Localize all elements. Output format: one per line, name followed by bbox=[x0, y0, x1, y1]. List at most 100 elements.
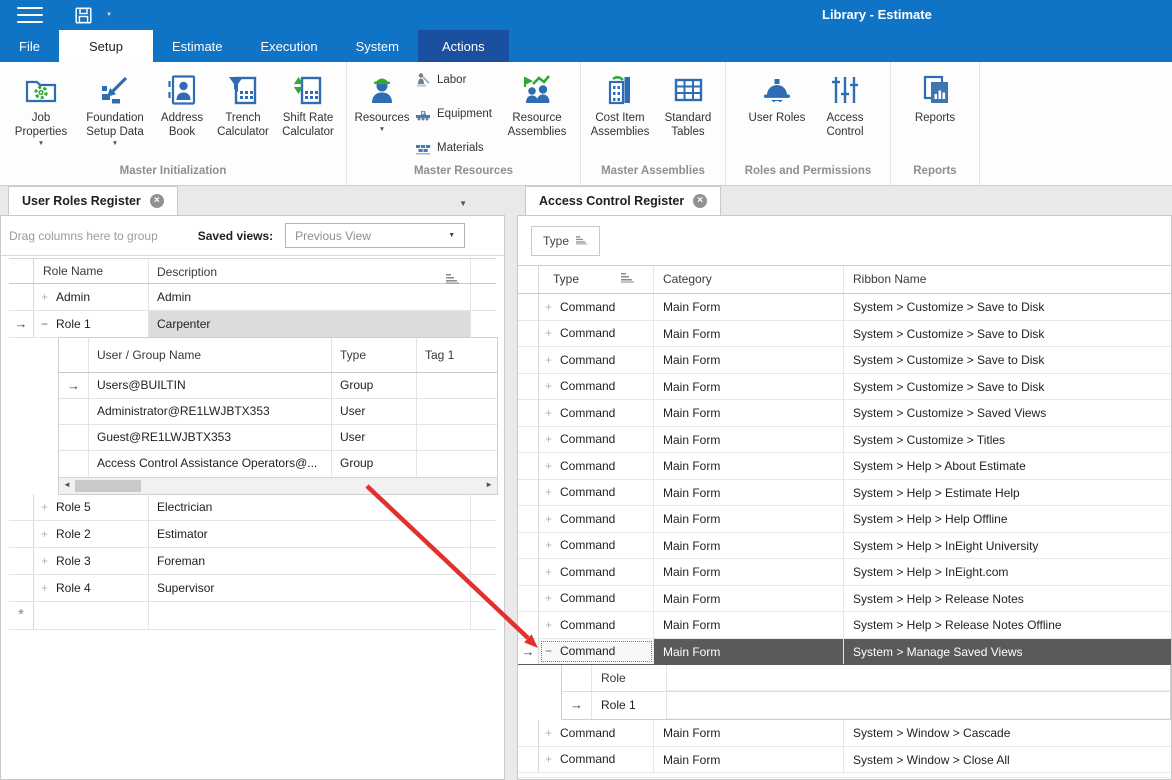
tab-execution[interactable]: Execution bbox=[242, 30, 337, 62]
group-by-bar[interactable]: Type bbox=[518, 216, 1171, 266]
table-row-selected[interactable]: → −Role 1 Carpenter bbox=[9, 311, 496, 338]
labor-button[interactable]: Labor bbox=[415, 72, 492, 88]
table-row[interactable]: +CommandMain FormSystem > Customize > Sa… bbox=[518, 294, 1171, 321]
table-row[interactable]: +CommandMain FormSystem > Window > Casca… bbox=[518, 720, 1171, 747]
table-row[interactable]: +CommandMain FormSystem > Help > InEight… bbox=[518, 559, 1171, 586]
tab-estimate[interactable]: Estimate bbox=[153, 30, 242, 62]
expand-icon[interactable]: + bbox=[41, 494, 56, 520]
reports-button[interactable]: Reports bbox=[903, 64, 967, 126]
tab-system[interactable]: System bbox=[337, 30, 418, 62]
table-row[interactable]: +Role 4 Supervisor bbox=[9, 575, 496, 602]
close-tab-icon[interactable]: × bbox=[150, 194, 164, 208]
expand-icon[interactable]: + bbox=[545, 746, 560, 772]
column-header-ribbon-name[interactable]: Ribbon Name bbox=[844, 266, 1171, 293]
table-row[interactable]: +CommandMain FormSystem > Help > Estimat… bbox=[518, 480, 1171, 507]
table-row[interactable]: +CommandMain FormSystem > Help > Help Of… bbox=[518, 506, 1171, 533]
table-row[interactable]: → Users@BUILTIN Group bbox=[59, 373, 497, 399]
expand-icon[interactable]: + bbox=[41, 521, 56, 547]
expand-icon[interactable]: + bbox=[41, 575, 56, 601]
collapse-icon[interactable]: − bbox=[41, 311, 56, 337]
expand-icon[interactable]: + bbox=[545, 479, 560, 505]
table-row[interactable]: +CommandMain FormSystem > Window > Close… bbox=[518, 747, 1171, 774]
resources-button[interactable]: Resources ▼ bbox=[351, 64, 413, 133]
table-row[interactable]: Guest@RE1LWJBTX353 User bbox=[59, 425, 497, 451]
table-row[interactable]: +CommandMain FormSystem > Customize > Ti… bbox=[518, 427, 1171, 454]
table-row[interactable]: +CommandMain FormSystem > Help > About E… bbox=[518, 453, 1171, 480]
tab-actions[interactable]: Actions bbox=[418, 30, 509, 62]
table-row[interactable]: +CommandMain FormSystem > Customize > Sa… bbox=[518, 400, 1171, 427]
table-row[interactable]: +Role 2 Estimator bbox=[9, 521, 496, 548]
access-control-button[interactable]: Access Control bbox=[814, 64, 876, 140]
collapse-icon[interactable]: − bbox=[545, 638, 560, 664]
expand-icon[interactable]: + bbox=[41, 548, 56, 574]
cost-item-assemblies-button[interactable]: Cost Item Assemblies bbox=[585, 64, 655, 140]
scroll-right-icon[interactable]: ► bbox=[485, 480, 493, 489]
expand-icon[interactable]: + bbox=[545, 373, 560, 399]
user-roles-button[interactable]: User Roles bbox=[740, 64, 814, 126]
save-dropdown-caret-icon[interactable]: ▼ bbox=[106, 12, 112, 18]
group-chip-type[interactable]: Type bbox=[531, 226, 600, 256]
tab-setup[interactable]: Setup bbox=[59, 30, 153, 62]
expand-icon[interactable]: + bbox=[545, 347, 560, 373]
table-row[interactable]: +CommandMain FormSystem > Help > InEight… bbox=[518, 533, 1171, 560]
tab-list-caret-icon[interactable]: ▼ bbox=[459, 199, 467, 208]
close-tab-icon[interactable]: × bbox=[693, 194, 707, 208]
expand-icon[interactable]: + bbox=[545, 612, 560, 638]
scrollbar-thumb[interactable] bbox=[75, 480, 141, 492]
horizontal-scrollbar[interactable]: ◄ ► bbox=[59, 477, 497, 494]
expand-icon[interactable]: + bbox=[545, 585, 560, 611]
new-row-entry[interactable]: * bbox=[9, 602, 496, 630]
expand-icon[interactable]: + bbox=[545, 506, 560, 532]
scroll-left-icon[interactable]: ◄ bbox=[63, 480, 71, 489]
save-button[interactable] bbox=[75, 7, 92, 24]
table-row[interactable]: +CommandMain FormSystem > Customize > Sa… bbox=[518, 347, 1171, 374]
foundation-setup-data-button[interactable]: Foundation Setup Data ▼ bbox=[78, 64, 152, 147]
expand-icon[interactable]: + bbox=[545, 426, 560, 452]
table-row[interactable]: Administrator@RE1LWJBTX353 User bbox=[59, 399, 497, 425]
table-row[interactable]: +CommandMain FormSystem > Customize > Sa… bbox=[518, 321, 1171, 348]
column-header-description[interactable]: Description bbox=[149, 259, 471, 283]
role-members-subgrid: User / Group Name Type Tag 1 → Users@BUI… bbox=[58, 337, 498, 495]
expand-icon[interactable]: + bbox=[545, 294, 560, 320]
column-header-role[interactable]: Role bbox=[592, 665, 667, 691]
expand-icon[interactable]: + bbox=[545, 453, 560, 479]
job-properties-button[interactable]: Job Properties ▼ bbox=[4, 64, 78, 147]
hamburger-menu-icon[interactable] bbox=[17, 7, 43, 23]
equipment-button[interactable]: Equipment bbox=[415, 106, 492, 122]
table-row-highlighted[interactable]: → −Command Main Form System > Manage Sav… bbox=[518, 639, 1171, 666]
expand-icon[interactable]: + bbox=[41, 284, 56, 310]
standard-tables-button[interactable]: Standard Tables bbox=[655, 64, 721, 140]
user-roles-grid: Role Name Description +Admin Admin → −Ro… bbox=[9, 258, 496, 630]
right-tab-strip: Access Control Register × bbox=[517, 186, 1172, 215]
column-header-category[interactable]: Category bbox=[654, 266, 844, 293]
table-row[interactable]: Access Control Assistance Operators@... … bbox=[59, 451, 497, 477]
table-row[interactable]: +CommandMain FormSystem > Help > Release… bbox=[518, 586, 1171, 613]
resource-assemblies-button[interactable]: Resource Assemblies bbox=[498, 64, 576, 140]
trench-calculator-button[interactable]: Trench Calculator bbox=[212, 64, 274, 140]
table-row[interactable]: +CommandMain FormSystem > Customize > Sa… bbox=[518, 374, 1171, 401]
saved-views-dropdown[interactable]: Previous View ▼ bbox=[285, 223, 465, 248]
tab-file[interactable]: File bbox=[0, 30, 59, 62]
tab-access-control-register[interactable]: Access Control Register × bbox=[525, 186, 721, 215]
column-header-type[interactable]: Type bbox=[539, 266, 654, 293]
expand-icon[interactable]: + bbox=[545, 720, 560, 746]
ribbon-group-master-initialization: Job Properties ▼ Foundation Setup Data ▼… bbox=[0, 62, 347, 185]
address-book-button[interactable]: Address Book bbox=[152, 64, 212, 140]
table-row[interactable]: +Role 5 Electrician bbox=[9, 494, 496, 521]
table-row[interactable]: +Admin Admin bbox=[9, 284, 496, 311]
column-header-type[interactable]: Type bbox=[332, 338, 417, 372]
table-row[interactable]: → Role 1 bbox=[562, 692, 1170, 719]
group-by-drop-zone[interactable]: Drag columns here to group bbox=[9, 229, 158, 243]
column-header-tag1[interactable]: Tag 1 bbox=[417, 338, 497, 372]
shift-rate-calculator-button[interactable]: Shift Rate Calculator bbox=[274, 64, 342, 140]
materials-button[interactable]: Materials bbox=[415, 140, 492, 156]
table-row[interactable]: +Role 3 Foreman bbox=[9, 548, 496, 575]
column-header-role-name[interactable]: Role Name bbox=[34, 259, 149, 283]
table-row[interactable]: +CommandMain FormSystem > Help > Release… bbox=[518, 612, 1171, 639]
expand-icon[interactable]: + bbox=[545, 400, 560, 426]
expand-icon[interactable]: + bbox=[545, 559, 560, 585]
tab-user-roles-register[interactable]: User Roles Register × bbox=[8, 186, 178, 215]
expand-icon[interactable]: + bbox=[545, 320, 560, 346]
column-header-user-group-name[interactable]: User / Group Name bbox=[89, 338, 332, 372]
expand-icon[interactable]: + bbox=[545, 532, 560, 558]
